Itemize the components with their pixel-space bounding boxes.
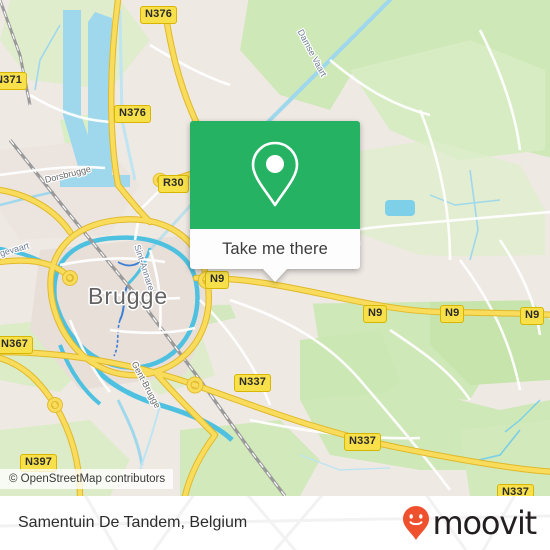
take-me-there-label: Take me there xyxy=(222,239,328,258)
road-shield-n9-mid: N9 xyxy=(363,305,388,323)
footer-bar: Samentuin De Tandem, Belgium moovit xyxy=(0,496,550,550)
road-shield-n9-east: N9 xyxy=(440,305,465,323)
callout-action-area[interactable]: Take me there xyxy=(190,229,360,269)
road-shield-n376-north: N376 xyxy=(140,6,178,24)
road-shield-n337-west: N337 xyxy=(234,374,272,392)
road-shield-n9-west: N9 xyxy=(205,271,230,289)
callout-pin-area xyxy=(190,121,360,229)
road-shield-n9-far-east: N9 xyxy=(520,307,545,325)
map-canvas[interactable]: Damse Vaart Dorsbrugge Sint-Annarei Gent… xyxy=(0,0,550,496)
callout-pointer xyxy=(262,268,288,282)
road-shield-r30: R30 xyxy=(158,175,189,193)
moovit-smiley-pin-icon xyxy=(403,506,430,540)
moovit-wordmark: moovit xyxy=(432,504,537,542)
location-callout[interactable]: Take me there xyxy=(190,121,360,282)
road-shield-n337-mid: N337 xyxy=(344,433,382,451)
city-label-brugge: Brugge xyxy=(88,283,169,309)
road-shield-n337-east: N337 xyxy=(497,484,535,496)
map-pin-icon xyxy=(251,141,299,207)
road-shield-n376: N376 xyxy=(114,105,152,123)
moovit-brand[interactable]: moovit xyxy=(401,504,537,542)
road-shield-n371: N371 xyxy=(0,72,28,90)
road-shield-n367: N367 xyxy=(0,336,34,354)
page-title: Samentuin De Tandem, Belgium xyxy=(18,514,248,531)
moovit-location-card: Damse Vaart Dorsbrugge Sint-Annarei Gent… xyxy=(0,0,550,550)
map-attribution[interactable]: © OpenStreetMap contributors xyxy=(0,469,174,489)
